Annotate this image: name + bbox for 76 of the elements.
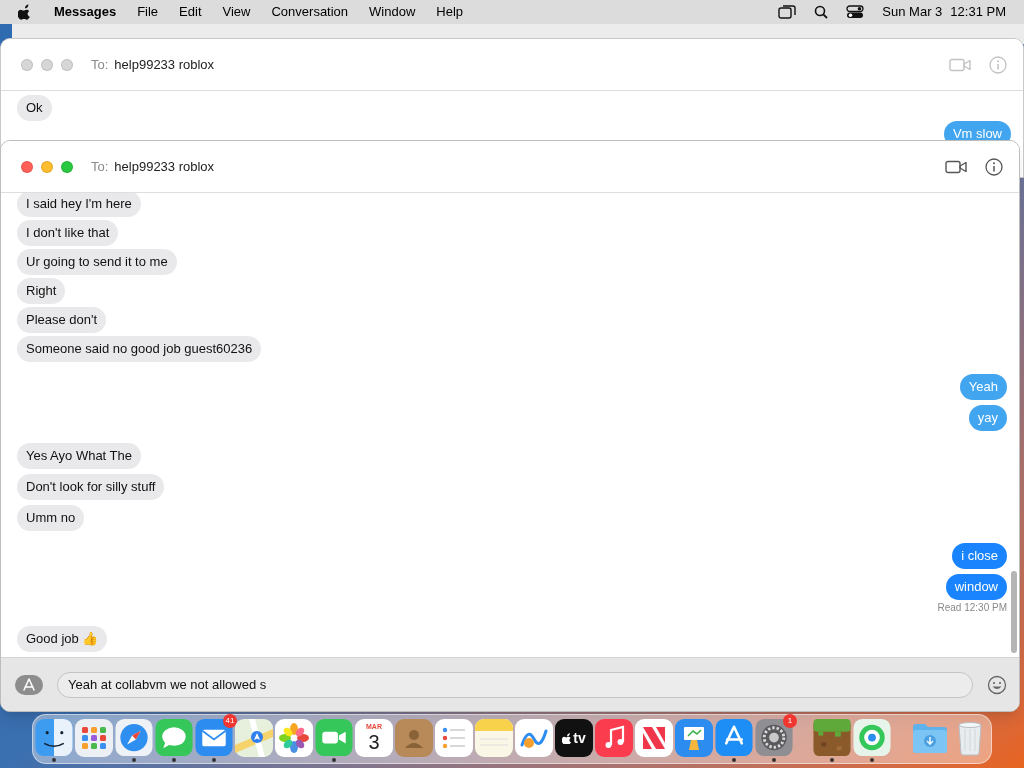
radar-icon[interactable]: [853, 719, 891, 757]
notepad-icon[interactable]: [475, 719, 513, 757]
recipient-name[interactable]: help99233 roblox: [114, 156, 215, 177]
zoom-button[interactable]: [61, 58, 73, 71]
tv-app-icon[interactable]: tv: [555, 719, 593, 757]
info-icon[interactable]: [985, 157, 1003, 176]
app-menu[interactable]: Messages: [54, 2, 117, 22]
running-indicator: [732, 758, 736, 762]
apple-logo-icon: [562, 732, 573, 744]
message-bubble: Yes Ayo What The: [17, 443, 141, 469]
envelope-icon[interactable]: [195, 719, 233, 757]
running-indicator: [830, 758, 834, 762]
message-bubble: Yeah: [959, 374, 1007, 400]
menu-item[interactable]: Help: [436, 2, 464, 22]
running-indicator: [772, 758, 776, 762]
address-book-icon[interactable]: [395, 719, 433, 757]
message-bubble: Ur going to send it to me: [17, 249, 177, 275]
stage-manager-icon[interactable]: [778, 5, 797, 19]
map-icon[interactable]: [235, 719, 273, 757]
control-center-icon[interactable]: [846, 5, 865, 19]
video-camera-icon[interactable]: [315, 719, 353, 757]
message-bubble: I said hey I'm here: [17, 193, 141, 217]
running-indicator: [332, 758, 336, 762]
recipient-name[interactable]: help99233 roblox: [114, 54, 215, 75]
scrollbar-thumb[interactable]: [1011, 571, 1017, 653]
message-input-field[interactable]: Yeah at collabvm we not allowed s: [57, 671, 973, 698]
message-bubble: Someone said no good job guest60236: [17, 336, 262, 362]
message-bubble: window: [945, 574, 1007, 600]
menu-item[interactable]: Window: [369, 2, 416, 22]
minimize-button[interactable]: [41, 58, 53, 71]
finder-face-icon[interactable]: [35, 719, 73, 757]
compass-icon[interactable]: [115, 719, 153, 757]
running-indicator: [132, 758, 136, 762]
to-label: To:: [91, 157, 109, 176]
message-bubble: Good job 👍: [17, 626, 108, 652]
minimize-button[interactable]: [41, 160, 53, 173]
message-bubble: Ok: [17, 95, 52, 121]
music-note-icon[interactable]: [595, 719, 633, 757]
menu-item[interactable]: View: [222, 2, 251, 22]
menu-item[interactable]: Conversation: [271, 2, 349, 22]
menu-item[interactable]: File: [137, 2, 159, 22]
emoji-icon[interactable]: [987, 674, 1007, 695]
notification-badge: 41: [223, 714, 237, 728]
close-button[interactable]: [21, 58, 33, 71]
read-receipt: Read 12:30 PM: [937, 602, 1007, 614]
message-bubble: Umm no: [17, 505, 85, 531]
zoom-button[interactable]: [61, 160, 73, 173]
running-indicator: [52, 758, 56, 762]
flower-icon[interactable]: [275, 719, 313, 757]
menu-bar-date[interactable]: Sun Mar 3: [882, 2, 943, 22]
menu-bar-clock[interactable]: 12:31 PM: [950, 2, 1006, 22]
running-indicator: [172, 758, 176, 762]
speech-bubble-icon[interactable]: [155, 719, 193, 757]
checklist-icon[interactable]: [435, 719, 473, 757]
message-bubble: i close: [952, 543, 1007, 569]
search-icon[interactable]: [814, 5, 829, 19]
podium-icon[interactable]: [675, 719, 713, 757]
app-store-icon[interactable]: [715, 719, 753, 757]
message-bubble: yay: [968, 405, 1007, 431]
message-bubble: Don't look for silly stuff: [17, 474, 165, 500]
close-button[interactable]: [21, 160, 33, 173]
menu-item[interactable]: Edit: [179, 2, 202, 22]
message-bubble: Please don't: [17, 307, 107, 333]
gear-icon[interactable]: [755, 719, 793, 757]
app-store-button-icon[interactable]: [15, 674, 43, 695]
grass-block-icon[interactable]: [813, 719, 851, 757]
message-bubble: Right: [17, 278, 66, 304]
newspaper-icon[interactable]: [635, 719, 673, 757]
notification-badge: 1: [783, 714, 797, 728]
message-bubble: I don't like that: [17, 220, 119, 246]
apple-menu-icon[interactable]: [18, 4, 32, 20]
running-indicator: [212, 758, 216, 762]
video-call-icon[interactable]: [945, 159, 967, 174]
running-indicator: [870, 758, 874, 762]
scribble-icon[interactable]: [515, 719, 553, 757]
to-label: To:: [91, 55, 109, 74]
